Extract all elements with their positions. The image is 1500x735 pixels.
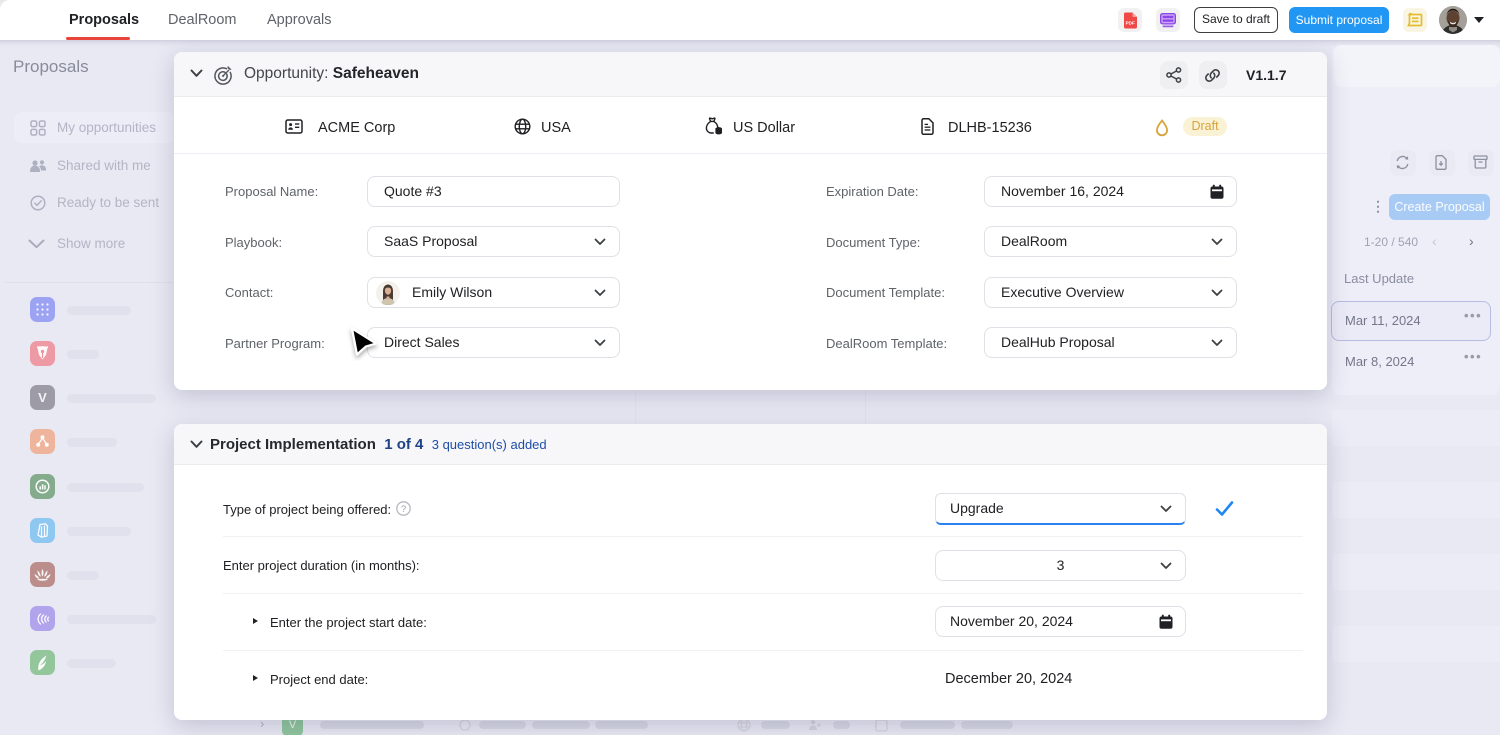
svg-text:?: ? (401, 504, 406, 515)
svg-text:PDF: PDF (1126, 21, 1135, 26)
